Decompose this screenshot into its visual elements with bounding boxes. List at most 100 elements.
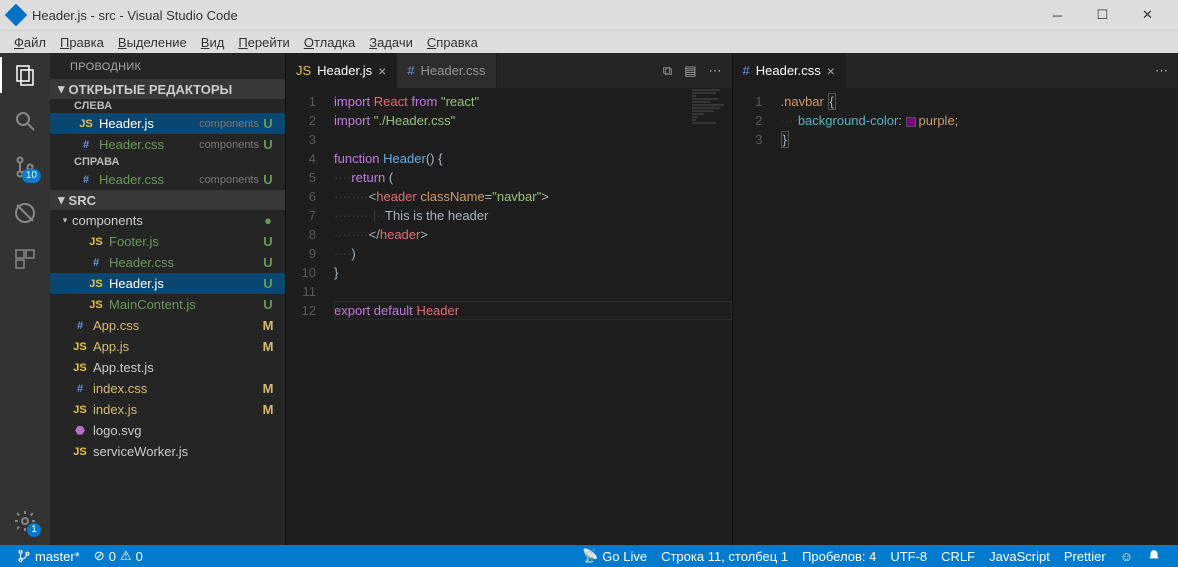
open-editor-item[interactable]: #Header.csscomponentsU (50, 134, 285, 155)
encoding[interactable]: UTF-8 (883, 549, 934, 564)
close-window-button[interactable]: ✕ (1125, 0, 1170, 30)
code-line[interactable]: } (334, 263, 732, 282)
golive-button[interactable]: 📡Go Live (575, 548, 654, 564)
prettier[interactable]: Prettier (1057, 549, 1113, 564)
menu-item-3[interactable]: Вид (195, 33, 231, 52)
extensions-icon[interactable] (11, 245, 39, 273)
menu-item-1[interactable]: Правка (54, 33, 110, 52)
explorer-icon[interactable] (11, 61, 39, 89)
menu-item-4[interactable]: Перейти (232, 33, 296, 52)
minimap[interactable] (692, 88, 732, 545)
eol[interactable]: CRLF (934, 549, 982, 564)
editor-tab[interactable]: #Header.css× (733, 53, 846, 88)
git-status: M (259, 402, 277, 417)
file-path: components (199, 139, 259, 151)
code-line[interactable]: function Header() { (334, 149, 732, 168)
compare-icon[interactable]: ⧉ (663, 63, 672, 79)
open-editors-header[interactable]: ▾ОТКРЫТЫЕ РЕДАКТОРЫ (50, 79, 285, 99)
search-icon[interactable] (11, 107, 39, 135)
editor-body-right[interactable]: 123 .navbar {····background-color: purpl… (733, 88, 1178, 545)
menu-item-2[interactable]: Выделение (112, 33, 193, 52)
menu-item-7[interactable]: Справка (421, 33, 484, 52)
file-icon: # (407, 63, 414, 78)
file-item[interactable]: JSApp.jsM (50, 336, 285, 357)
file-item[interactable]: JSserviceWorker.js (50, 441, 285, 462)
file-name: Header.css (99, 172, 195, 187)
file-item[interactable]: #index.cssM (50, 378, 285, 399)
code-line[interactable]: ········<header className="navbar"> (334, 187, 732, 206)
file-icon: JS (78, 118, 94, 130)
file-item[interactable]: JSFooter.jsU (50, 231, 285, 252)
minimize-button[interactable]: ─ (1035, 0, 1080, 30)
open-editor-item[interactable]: #Header.csscomponentsU (50, 169, 285, 190)
file-name: serviceWorker.js (93, 444, 259, 459)
problems-indicator[interactable]: ⊘0 ⚠0 (87, 548, 150, 564)
folder-header[interactable]: ▾SRC (50, 190, 285, 210)
git-status: U (259, 255, 277, 270)
more-icon[interactable]: ⋯ (1155, 63, 1168, 79)
code-line[interactable]: ········</header> (334, 225, 732, 244)
explorer-sidebar: ПРОВОДНИК ▾ОТКРЫТЫЕ РЕДАКТОРЫ СЛЕВАJSHea… (50, 53, 285, 545)
settings-badge: 1 (27, 523, 41, 537)
code-line[interactable]: } (781, 130, 1178, 149)
notifications-icon[interactable] (1140, 549, 1168, 563)
file-name: Header.css (99, 137, 195, 152)
editor-body-left[interactable]: 123456789101112 import React from "react… (286, 88, 732, 545)
language-mode[interactable]: JavaScript (982, 549, 1057, 564)
git-status: U (259, 172, 277, 187)
indentation[interactable]: Пробелов: 4 (795, 549, 883, 564)
code-line[interactable]: ····return ( (334, 168, 732, 187)
editor-tab[interactable]: #Header.css (397, 53, 496, 88)
code-line[interactable]: ····) (334, 244, 732, 263)
menu-item-5[interactable]: Отладка (298, 33, 361, 52)
file-icon: JS (88, 299, 104, 311)
file-item[interactable]: JSHeader.jsU (50, 273, 285, 294)
file-name: App.js (93, 339, 259, 354)
folder-item[interactable]: ▾components● (50, 210, 285, 231)
file-item[interactable]: JS MainContent.jsU (50, 294, 285, 315)
code-line[interactable]: import "./Header.css" (334, 111, 732, 130)
tab-bar-left: JSHeader.js×#Header.css⧉▤⋯ (286, 53, 732, 88)
file-icon: # (743, 63, 750, 78)
file-item[interactable]: #Header.cssU (50, 252, 285, 273)
source-control-icon[interactable]: 10 (11, 153, 39, 181)
git-status: U (259, 297, 277, 312)
debug-icon[interactable] (11, 199, 39, 227)
editor-group-right: #Header.css× ⋯ 123 .navbar {····backgroun… (732, 53, 1178, 545)
file-item[interactable]: JSApp.test.js (50, 357, 285, 378)
file-name: MainContent.js (109, 297, 259, 312)
settings-gear-icon[interactable]: 1 (11, 507, 39, 535)
branch-indicator[interactable]: master* (10, 549, 87, 564)
git-status: U (259, 234, 277, 249)
code-line[interactable]: import React from "react" (334, 92, 732, 111)
menu-item-0[interactable]: Файл (8, 33, 52, 52)
editor-tab[interactable]: JSHeader.js× (286, 53, 397, 88)
menu-bar: ФайлПравкаВыделениеВидПерейтиОтладкаЗада… (0, 30, 1178, 53)
file-item[interactable]: #App.cssM (50, 315, 285, 336)
editor-area: JSHeader.js×#Header.css⧉▤⋯ 1234567891011… (285, 53, 1178, 545)
more-icon[interactable]: ⋯ (709, 63, 722, 79)
window-title: Header.js - src - Visual Studio Code (32, 8, 1035, 23)
status-bar: master* ⊘0 ⚠0 📡Go Live Строка 11, столбе… (0, 545, 1178, 567)
tab-label: Header.js (317, 63, 372, 78)
maximize-button[interactable]: ☐ (1080, 0, 1125, 30)
close-tab-icon[interactable]: × (827, 63, 835, 79)
code-line[interactable]: .navbar { (781, 92, 1178, 111)
file-icon: JS (88, 278, 104, 290)
file-item[interactable]: JSindex.jsM (50, 399, 285, 420)
cursor-position[interactable]: Строка 11, столбец 1 (654, 549, 795, 564)
open-editor-item[interactable]: JSHeader.jscomponentsU (50, 113, 285, 134)
close-tab-icon[interactable]: × (378, 63, 386, 79)
menu-item-6[interactable]: Задачи (363, 33, 419, 52)
code-line[interactable]: ····background-color: purple; (781, 111, 1178, 130)
git-status: M (259, 381, 277, 396)
code-line[interactable] (334, 282, 732, 301)
git-status: M (259, 318, 277, 333)
file-item[interactable]: ⬣logo.svg (50, 420, 285, 441)
code-line[interactable] (334, 130, 732, 149)
code-line[interactable]: ·········|··This is the header (334, 206, 732, 225)
file-name: index.js (93, 402, 259, 417)
split-icon[interactable]: ▤ (684, 63, 696, 79)
feedback-icon[interactable]: ☺ (1113, 549, 1140, 564)
file-name: Footer.js (109, 234, 259, 249)
